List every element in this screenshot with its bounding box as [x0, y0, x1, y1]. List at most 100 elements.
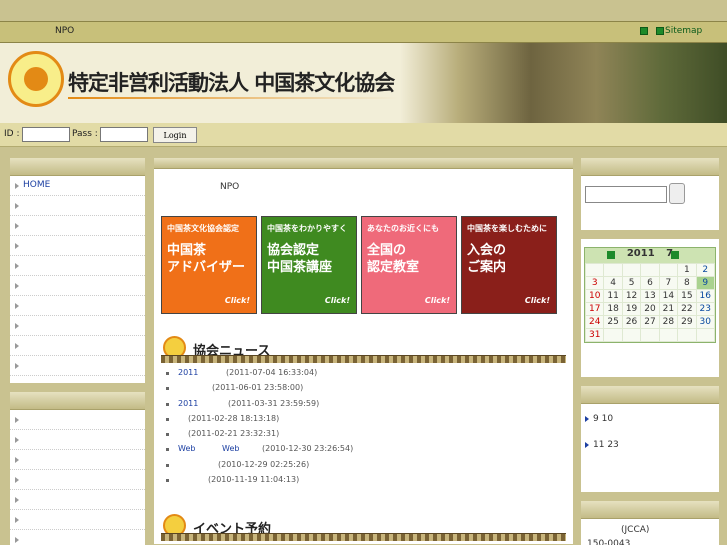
- calendar-day[interactable]: 18: [603, 302, 623, 316]
- calendar-year: 2011: [626, 248, 655, 259]
- right-sidebar: 2011 7 1 2 3 4 5 6 7 8 9 10 11 12 13 14 15 16 17 18 19 20 21…: [580, 157, 720, 545]
- calendar-day: [677, 328, 697, 342]
- info-item[interactable]: 11 23: [585, 440, 719, 454]
- news-date: (2011-03-31 23:59:59): [228, 398, 320, 408]
- sitemap-link[interactable]: Sitemap: [665, 26, 702, 36]
- feature-banner[interactable]: 中国茶をわかりやすく 協会認定 中国茶講座 Click!: [261, 216, 357, 314]
- next-month-icon[interactable]: [671, 251, 679, 259]
- panel-header: [581, 158, 719, 176]
- calendar-week: 10 11 12 13 14 15 16: [584, 289, 716, 303]
- info-item[interactable]: 9 10: [585, 414, 719, 428]
- calendar-day[interactable]: 4: [603, 276, 623, 290]
- menu-item[interactable]: [10, 296, 145, 316]
- calendar-grid: 1 2 3 4 5 6 7 8 9 10 11 12 13 14 15 16 17 18 19 20 21 22 23 24 2…: [584, 263, 716, 342]
- menu-item[interactable]: [10, 510, 145, 530]
- calendar-day[interactable]: 23: [695, 302, 716, 316]
- calendar-day[interactable]: 19: [621, 302, 642, 316]
- calendar-day[interactable]: 27: [640, 315, 660, 329]
- info-item-label: 9 10: [593, 414, 614, 424]
- panel-header: [581, 501, 719, 519]
- menu-item[interactable]: [10, 236, 145, 256]
- calendar-day[interactable]: 1: [677, 263, 697, 277]
- calendar-day[interactable]: 11: [603, 289, 623, 303]
- menu-item[interactable]: [10, 530, 145, 545]
- calendar-day[interactable]: 5: [621, 276, 642, 290]
- calendar-day: [584, 263, 605, 277]
- search-panel: [580, 157, 720, 231]
- menu-item[interactable]: [10, 336, 145, 356]
- menu-item[interactable]: [10, 490, 145, 510]
- association-logo[interactable]: [8, 51, 64, 107]
- calendar-week: 12: [584, 263, 716, 277]
- calendar-panel: 2011 7 1 2 3 4 5 6 7 8 9 10 11 12 13 14 15 16 17 18 19 20 21…: [580, 238, 720, 378]
- menu-item[interactable]: [10, 450, 145, 470]
- calendar-day[interactable]: 26: [621, 315, 642, 329]
- news-date: (2011-06-01 23:58:00): [212, 383, 304, 393]
- calendar-day[interactable]: 6: [640, 276, 660, 290]
- calendar-day[interactable]: 30: [695, 315, 716, 329]
- news-section-header: 協会ニュース: [161, 336, 566, 364]
- menu-item[interactable]: [10, 256, 145, 276]
- news-link[interactable]: 2011: [178, 399, 198, 408]
- calendar-day[interactable]: 2: [695, 263, 716, 277]
- calendar-day[interactable]: 24: [584, 315, 605, 329]
- calendar-day[interactable]: 25: [603, 315, 623, 329]
- menu-panel-2: [9, 391, 146, 545]
- calendar-day[interactable]: 12: [621, 289, 642, 303]
- org-abbrev: (JCCA): [621, 525, 650, 535]
- menu-item[interactable]: [10, 216, 145, 236]
- menu-item[interactable]: [10, 470, 145, 490]
- calendar-day[interactable]: 8: [677, 276, 697, 290]
- calendar-day: [658, 263, 679, 277]
- calendar-day: [621, 263, 642, 277]
- menu-item[interactable]: [10, 276, 145, 296]
- feature-banner[interactable]: 中国茶文化協会認定 中国茶 アドバイザー Click!: [161, 216, 257, 314]
- news-link[interactable]: 2011: [178, 368, 198, 377]
- calendar-day[interactable]: 14: [658, 289, 679, 303]
- calendar-day: [603, 263, 623, 277]
- calendar-day[interactable]: 20: [640, 302, 660, 316]
- menu-item[interactable]: HOME: [10, 176, 145, 196]
- login-button[interactable]: Login: [153, 127, 197, 143]
- calendar-day[interactable]: 28: [658, 315, 679, 329]
- arrow-icon: [585, 442, 589, 448]
- panel-header: [10, 158, 145, 176]
- search-input[interactable]: [585, 186, 667, 203]
- npo-heading: NPO: [220, 182, 240, 192]
- news-link[interactable]: Web: [178, 444, 195, 453]
- feature-banner[interactable]: あなたのお近くにも 全国の 認定教室 Click!: [361, 216, 457, 314]
- menu-item[interactable]: [10, 196, 145, 216]
- news-item: (2011-02-28 18:13:18): [166, 414, 566, 429]
- news-item: 2011 (2011-03-31 23:59:59): [166, 399, 566, 414]
- news-link[interactable]: Web: [222, 444, 239, 453]
- calendar-day[interactable]: 7: [658, 276, 679, 290]
- menu-item[interactable]: [10, 410, 145, 430]
- banner-subtitle: 中国茶文化協会認定: [167, 224, 239, 233]
- feature-banner[interactable]: 中国茶を楽しむために 入会の ご案内 Click!: [461, 216, 557, 314]
- calendar-day[interactable]: 17: [584, 302, 605, 316]
- id-input[interactable]: [22, 127, 70, 142]
- header-banner: 特定非営利活動法人 中国茶文化協会: [0, 43, 727, 123]
- calendar-day[interactable]: 16: [695, 289, 716, 303]
- news-list: 2011 (2011-07-04 16:33:04) (2011-06-01 23:…: [166, 368, 566, 490]
- menu-item[interactable]: [10, 356, 145, 376]
- calendar-day[interactable]: 22: [677, 302, 697, 316]
- password-input[interactable]: [100, 127, 148, 142]
- calendar-day[interactable]: 31: [584, 328, 605, 342]
- calendar-week: 31: [584, 328, 716, 342]
- calendar-day[interactable]: 15: [677, 289, 697, 303]
- search-button[interactable]: [669, 183, 685, 204]
- calendar-day[interactable]: 21: [658, 302, 679, 316]
- pass-label: Pass :: [72, 129, 98, 139]
- news-item: 2011 (2011-07-04 16:33:04): [166, 368, 566, 383]
- title-underline: [68, 97, 398, 99]
- calendar-day[interactable]: 13: [640, 289, 660, 303]
- news-item: (2010-12-29 02:25:26): [166, 460, 566, 475]
- calendar-day[interactable]: 29: [677, 315, 697, 329]
- calendar-day[interactable]: 10: [584, 289, 605, 303]
- menu-item[interactable]: [10, 430, 145, 450]
- calendar-day[interactable]: 9: [695, 276, 716, 290]
- calendar-day[interactable]: 3: [584, 276, 605, 290]
- prev-month-icon[interactable]: [607, 251, 615, 259]
- menu-item[interactable]: [10, 316, 145, 336]
